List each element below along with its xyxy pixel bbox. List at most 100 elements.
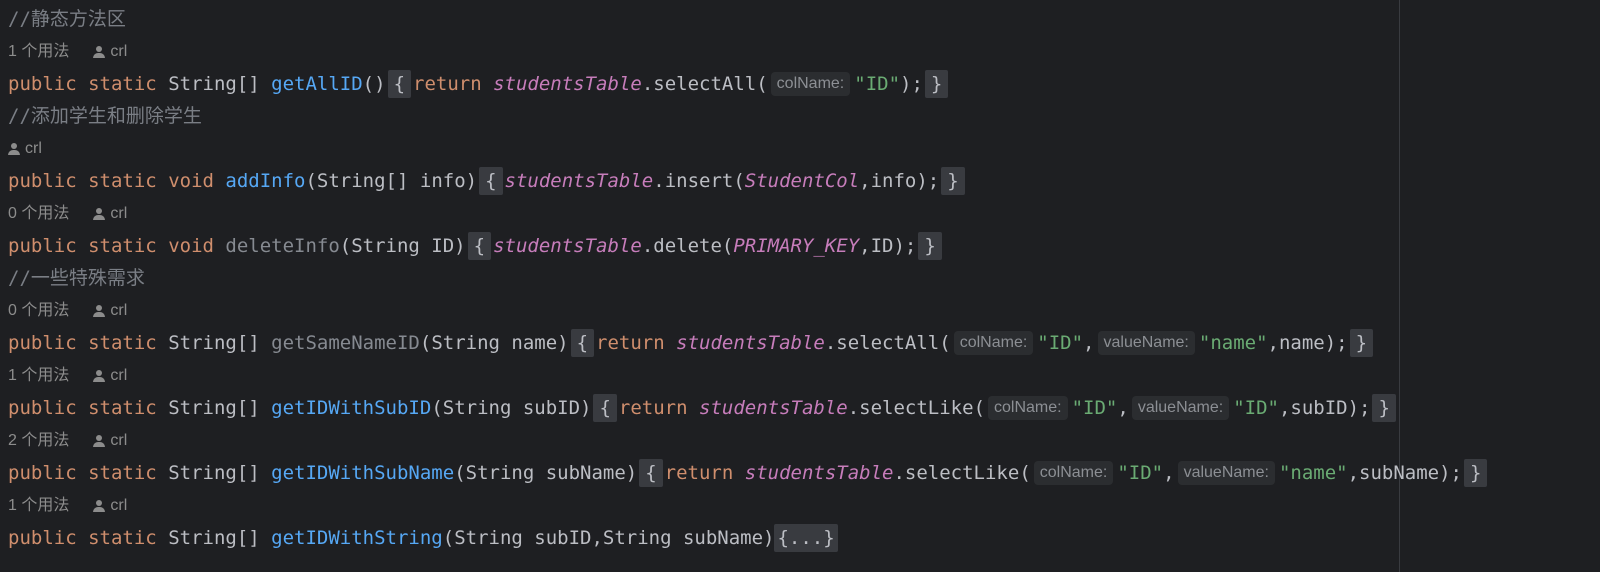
- code-line-addinfo[interactable]: public static void addInfo (String[] inf…: [8, 166, 967, 196]
- field-ref[interactable]: studentsTable: [493, 69, 642, 99]
- field-ref[interactable]: studentsTable: [699, 393, 848, 423]
- usages-link[interactable]: 1 个用法: [8, 364, 69, 388]
- constant-ref[interactable]: StudentCol: [745, 166, 859, 196]
- param-hint: valueName:: [1131, 396, 1230, 420]
- code-line-getidwithstring[interactable]: public static String[] getIDWithString (…: [8, 523, 838, 553]
- code-line-getsamenameid[interactable]: public static String[] getSameNameID (St…: [8, 328, 1375, 358]
- param-hint: valueName:: [1177, 461, 1275, 485]
- keyword: public: [8, 332, 77, 354]
- author-link[interactable]: crl: [93, 494, 127, 518]
- param-hint: colName:: [770, 72, 851, 96]
- usages-link[interactable]: 1 个用法: [8, 494, 69, 518]
- call-tail: ,info);: [859, 170, 940, 192]
- params: (String subID,String subName): [442, 527, 775, 549]
- person-icon: [93, 208, 106, 220]
- fold-brace-close[interactable]: }: [1349, 329, 1374, 357]
- string-literal: "ID": [1071, 397, 1118, 419]
- code-line-getallid[interactable]: public static String[] getAllID () { ret…: [8, 69, 950, 99]
- comment-text: //添加学生和删除学生: [8, 105, 202, 127]
- code-line-deleteinfo[interactable]: public static void deleteInfo (String ID…: [8, 231, 944, 261]
- fold-brace-open[interactable]: {: [593, 394, 617, 422]
- comma: ,: [1117, 397, 1129, 419]
- code-vision-addinfo: crl: [8, 137, 42, 161]
- code-line-getidwithsubname[interactable]: public static String[] getIDWithSubName …: [8, 458, 1489, 488]
- type: String[]: [168, 73, 260, 95]
- author-link[interactable]: crl: [93, 202, 127, 226]
- method-name-unused[interactable]: getSameNameID: [271, 328, 420, 358]
- fold-brace-close[interactable]: }: [918, 232, 942, 260]
- field-ref[interactable]: studentsTable: [745, 458, 894, 488]
- call-tail: ,subName);: [1347, 462, 1462, 484]
- method-name[interactable]: getIDWithSubID: [271, 393, 431, 423]
- code-vision-getidwithstring: 1 个用法 crl: [8, 494, 127, 518]
- code-vision-getsamenameid: 0 个用法 crl: [8, 299, 127, 323]
- constant-ref[interactable]: PRIMARY_KEY: [733, 231, 859, 261]
- author-link[interactable]: crl: [8, 137, 42, 161]
- keyword: return: [618, 397, 688, 419]
- author-link[interactable]: crl: [93, 299, 127, 323]
- params: (String subName): [454, 462, 638, 484]
- keyword: public: [8, 170, 77, 192]
- comment-line: //一些特殊需求: [8, 263, 145, 293]
- person-icon: [93, 500, 106, 512]
- method-name-unused[interactable]: deleteInfo: [225, 231, 339, 261]
- comment-line: //静态方法区: [8, 4, 126, 34]
- field-ref[interactable]: studentsTable: [676, 328, 825, 358]
- code-line-getidwithsubid[interactable]: public static String[] getIDWithSubID (S…: [8, 393, 1398, 423]
- field-ref[interactable]: studentsTable: [505, 166, 654, 196]
- method-name[interactable]: getIDWithSubName: [271, 458, 454, 488]
- author-link[interactable]: crl: [93, 40, 127, 64]
- code-vision-deleteinfo: 0 个用法 crl: [8, 202, 127, 226]
- folded-body[interactable]: {...}: [774, 524, 838, 552]
- field-ref[interactable]: studentsTable: [493, 231, 642, 261]
- author-name: crl: [110, 497, 128, 514]
- call: .selectAll(: [824, 332, 951, 354]
- fold-brace-close[interactable]: }: [1372, 394, 1396, 422]
- author-link[interactable]: crl: [93, 429, 127, 453]
- keyword: return: [664, 462, 734, 484]
- keyword: public: [8, 527, 77, 549]
- param-hint: colName:: [953, 331, 1034, 355]
- fold-brace-close[interactable]: }: [1463, 459, 1488, 487]
- method-name[interactable]: addInfo: [225, 166, 305, 196]
- usages-link[interactable]: 0 个用法: [8, 202, 69, 226]
- fold-brace-open[interactable]: {: [387, 70, 412, 98]
- code-editor[interactable]: //静态方法区 1 个用法 crl public static String[]…: [0, 0, 1600, 572]
- fold-brace-close[interactable]: }: [924, 70, 949, 98]
- type: String[]: [168, 527, 260, 549]
- call-tail: ,subID);: [1278, 397, 1371, 419]
- fold-brace-open[interactable]: {: [479, 167, 503, 195]
- params: (String subID): [431, 397, 592, 419]
- call: .delete(: [641, 235, 734, 257]
- param-hint: valueName:: [1097, 331, 1195, 355]
- param-hint: colName:: [1033, 461, 1114, 485]
- fold-brace-open[interactable]: {: [570, 329, 595, 357]
- string-literal: "ID": [854, 73, 901, 95]
- params: (): [362, 73, 386, 95]
- comment-text: //一些特殊需求: [8, 267, 145, 289]
- params: (String ID): [339, 235, 466, 257]
- fold-brace-close[interactable]: }: [941, 167, 965, 195]
- person-icon: [93, 435, 106, 447]
- author-link[interactable]: crl: [93, 364, 127, 388]
- method-name[interactable]: getIDWithString: [271, 523, 443, 553]
- keyword: static: [88, 170, 157, 192]
- comment-line: //添加学生和删除学生: [8, 101, 202, 131]
- param-hint: colName:: [988, 396, 1068, 420]
- person-icon: [8, 143, 20, 155]
- usages-link[interactable]: 0 个用法: [8, 299, 69, 323]
- method-name[interactable]: getAllID: [271, 69, 363, 99]
- call-tail: );: [900, 73, 923, 95]
- fold-brace-open[interactable]: {: [467, 232, 492, 260]
- fold-brace-open[interactable]: {: [639, 459, 663, 487]
- usages-link[interactable]: 2 个用法: [8, 429, 69, 453]
- keyword: void: [168, 170, 214, 192]
- author-name: crl: [110, 43, 128, 60]
- call: .selectLike(: [847, 397, 986, 419]
- person-icon: [93, 305, 106, 317]
- usages-link[interactable]: 1 个用法: [8, 40, 69, 64]
- call: .selectAll(: [641, 73, 768, 95]
- string-literal: "name": [1198, 332, 1268, 354]
- person-icon: [93, 370, 106, 382]
- call-tail: ,name);: [1267, 332, 1348, 354]
